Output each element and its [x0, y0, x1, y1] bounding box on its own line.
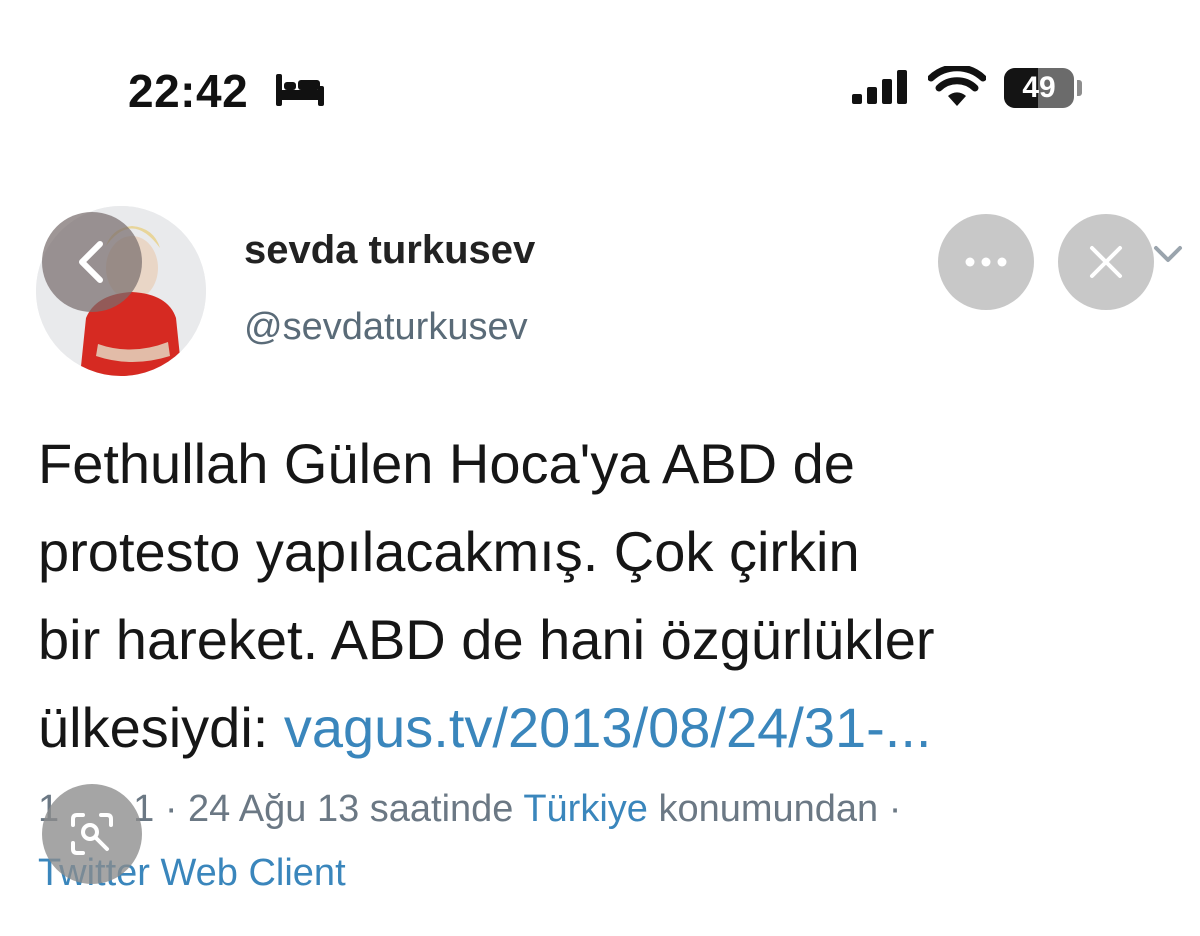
signal-icon [852, 70, 907, 104]
author-name[interactable]: sevda turkusev [244, 228, 535, 273]
chevron-down-icon[interactable] [1150, 240, 1186, 270]
lens-search-icon [71, 813, 113, 855]
tweet-location-link[interactable]: Türkiye [523, 788, 648, 830]
more-horizontal-icon [965, 257, 1007, 267]
close-icon [1090, 246, 1122, 278]
tweet-location-suffix: konumundan · [647, 788, 902, 830]
tweet-text: Fethullah Gülen Hoca'ya ABD de protesto … [38, 420, 1178, 772]
bed-icon [276, 74, 324, 106]
battery-percent: 49 [1022, 71, 1056, 104]
tweet-line: Fethullah Gülen Hoca'ya ABD de [38, 432, 855, 495]
tweet-line: protesto yapılacakmış. Çok çirkin [38, 520, 860, 583]
battery-indicator: 49 [1004, 68, 1074, 108]
battery-tip [1077, 80, 1082, 96]
close-button[interactable] [1058, 214, 1154, 310]
status-time: 22:42 [128, 65, 249, 117]
tweet-meta: 11 · 24 Ağu 13 saatinde Türkiye konumund… [38, 788, 901, 831]
tweet-line-text: ülkesiydi: [38, 696, 284, 759]
author-handle[interactable]: @sevdaturkusev [244, 306, 528, 349]
lens-button[interactable] [42, 784, 142, 884]
tweet-link[interactable]: vagus.tv/2013/08/24/31-... [284, 696, 932, 759]
tweet-date: · 24 Ağu 13 saatinde [154, 788, 524, 830]
chevron-left-icon [79, 241, 103, 283]
back-button[interactable] [42, 212, 142, 312]
tweet-line-last: ülkesiydi: vagus.tv/2013/08/24/31-... [38, 684, 1178, 772]
wifi-icon [928, 66, 986, 106]
tweet-line: bir hareket. ABD de hani özgürlükler [38, 608, 935, 671]
more-button[interactable] [938, 214, 1034, 310]
